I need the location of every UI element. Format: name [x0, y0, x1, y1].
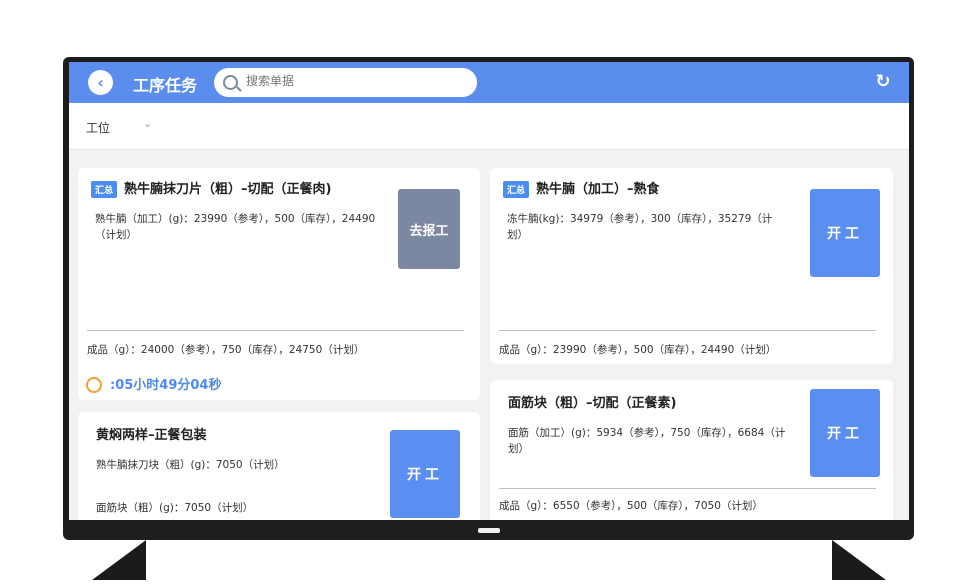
task-card[interactable]: 汇总 熟牛腩抹刀片（粗）–切配（正餐肉) 熟牛腩（加工）(g)：23990（参考）… [78, 168, 480, 400]
task-title: 汇总 熟牛腩（加工）–熟食 [503, 178, 660, 198]
search-input[interactable] [244, 73, 468, 89]
timer-text: :05小时49分04秒 [110, 378, 222, 393]
task-materials: 熟牛腩（加工）(g)：23990（参考），500（库存），24490（计划） [95, 213, 376, 241]
refresh-icon[interactable]: ↻ [874, 73, 892, 91]
tv-stand-right [832, 540, 886, 580]
task-title-text: 熟牛腩抹刀片（粗）–切配（正餐肉) [124, 182, 332, 197]
station-filter-label: 工位 [86, 121, 111, 135]
task-materials: 面筋（加工）(g)：5934（参考），750（库存），6684（计划） [508, 427, 786, 455]
task-product: 成品（g）：23990（参考），500（库存），24490（计划） [499, 344, 777, 356]
search-box[interactable] [214, 68, 477, 97]
task-title: 黄焖两样–正餐包装 [96, 428, 207, 443]
divider [499, 488, 876, 489]
back-button[interactable]: ‹ [88, 70, 113, 95]
task-material: 熟牛腩抹刀块（粗）(g)：7050（计划） [96, 459, 285, 471]
task-title-text: 熟牛腩（加工）–熟食 [536, 182, 660, 197]
task-product: 成品（g）：24000（参考），750（库存），24750（计划） [87, 344, 365, 356]
task-title: 面筋块（粗）–切配（正餐素) [508, 396, 677, 411]
start-work-button[interactable]: 开工 [810, 389, 880, 477]
app-screen: ‹ 工序任务 ↻ 工位 ⌄ 汇总熟牛腩抹刀片（粗）–切配（正餐肉) 熟牛腩（加工… [69, 62, 909, 520]
divider [87, 330, 464, 331]
station-filter[interactable]: 工位 ⌄ [69, 103, 909, 150]
task-timer: :05小时49分04秒 [86, 374, 221, 394]
chevron-down-icon[interactable]: ⌄ [143, 117, 152, 130]
task-materials: 冻牛腩(kg)：34979（参考），300（库存），35279（计划） [507, 213, 773, 241]
summary-tag: 汇总 [503, 181, 530, 198]
clock-icon [86, 376, 102, 393]
app-header: ‹ 工序任务 ↻ [69, 62, 909, 103]
task-card[interactable]: 面筋块（粗）–切配（正餐素) 面筋（加工）(g)：5934（参考），750（库存… [490, 380, 893, 520]
task-material: 面筋块（粗）(g)：7050（计划） [96, 502, 254, 514]
task-card[interactable]: 汇总 熟牛腩（加工）–熟食 冻牛腩(kg)：34979（参考），300（库存），3… [490, 168, 893, 364]
search-icon [223, 75, 238, 90]
chevron-left-icon: ‹ [97, 73, 104, 92]
summary-tag: 汇总 [91, 181, 118, 198]
start-work-button[interactable]: 开工 [810, 189, 880, 277]
tv-stand-left [92, 540, 146, 580]
task-title: 汇总 熟牛腩抹刀片（粗）–切配（正餐肉) [91, 178, 331, 198]
page-title: 工序任务 [133, 76, 198, 95]
start-work-button[interactable]: 开工 [390, 430, 460, 518]
task-product: 成品（g）：6550（参考），500（库存），7050（计划） [499, 500, 763, 512]
task-card[interactable]: 黄焖两样–正餐包装 熟牛腩抹刀块（粗）(g)：7050（计划） 面筋块（粗）(g… [78, 412, 480, 520]
tv-power-indicator [478, 528, 500, 533]
report-work-button[interactable]: 去报工 [398, 189, 460, 269]
divider [499, 330, 876, 331]
